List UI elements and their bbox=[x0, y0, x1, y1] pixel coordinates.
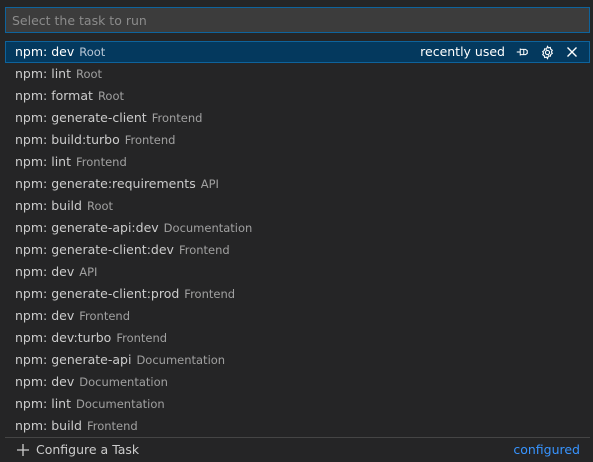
task-description: Documentation bbox=[136, 353, 226, 367]
task-row[interactable]: npm: generate-api:dev Documentation bbox=[5, 217, 590, 239]
task-row[interactable]: npm: build:turbo Frontend bbox=[5, 129, 590, 151]
recently-used-label: recently used bbox=[420, 44, 505, 59]
gear-icon[interactable] bbox=[539, 44, 555, 60]
task-label: npm: generate-api bbox=[15, 352, 132, 367]
task-description: Frontend bbox=[151, 111, 203, 125]
task-description: Frontend bbox=[116, 331, 168, 345]
selected-row-actions: recently used bbox=[420, 41, 580, 63]
task-row[interactable]: npm: dev API bbox=[5, 261, 590, 283]
task-label: npm: format bbox=[15, 88, 93, 103]
task-row[interactable]: npm: format Root bbox=[5, 85, 590, 107]
task-label: npm: dev bbox=[15, 264, 75, 279]
task-description: Documentation bbox=[76, 397, 165, 411]
task-label: npm: dev:turbo bbox=[15, 330, 112, 345]
task-description: Root bbox=[79, 45, 106, 59]
task-label: npm: dev bbox=[15, 44, 75, 59]
task-label: npm: generate-client:prod bbox=[15, 286, 180, 301]
task-row[interactable]: npm: dev Root recently used bbox=[5, 41, 590, 63]
task-row[interactable]: npm: generate-client Frontend bbox=[5, 107, 590, 129]
task-description: API bbox=[79, 265, 98, 279]
task-label: npm: lint bbox=[15, 154, 71, 169]
configured-group-label: configured bbox=[513, 442, 580, 457]
task-list: npm: dev Root recently used npm: lint Ro… bbox=[5, 41, 590, 437]
task-label: npm: lint bbox=[15, 396, 71, 411]
task-description: API bbox=[200, 177, 219, 191]
task-row[interactable]: npm: lint Documentation bbox=[5, 393, 590, 415]
task-search-box[interactable] bbox=[5, 7, 590, 33]
task-label: npm: build:turbo bbox=[15, 132, 120, 147]
task-description: Root bbox=[86, 199, 114, 213]
task-description: Frontend bbox=[76, 155, 127, 169]
task-row[interactable]: npm: generate-client:prod Frontend bbox=[5, 283, 590, 305]
task-description: Frontend bbox=[79, 309, 131, 323]
task-label: npm: build bbox=[15, 418, 82, 433]
configure-task-label: Configure a Task bbox=[36, 442, 140, 457]
task-quick-pick: npm: devRoot recently used bbox=[0, 0, 593, 462]
task-label: npm: dev bbox=[15, 308, 75, 323]
task-description: Documentation bbox=[163, 221, 253, 235]
task-row[interactable]: npm: lint Root bbox=[5, 63, 590, 85]
task-row[interactable]: npm: generate-client:dev Frontend bbox=[5, 239, 590, 261]
task-row[interactable]: npm: dev:turbo Frontend bbox=[5, 327, 590, 349]
task-row[interactable]: npm: dev Documentation bbox=[5, 371, 590, 393]
task-row[interactable]: npm: build Root bbox=[5, 195, 590, 217]
task-row[interactable]: npm: generate-api Documentation bbox=[5, 349, 590, 371]
task-description: Frontend bbox=[184, 287, 236, 301]
task-label: npm: generate:requirements bbox=[15, 176, 196, 191]
add-icon bbox=[15, 442, 31, 458]
task-row[interactable]: npm: build Frontend bbox=[5, 415, 590, 437]
task-row[interactable]: npm: dev Frontend bbox=[5, 305, 590, 327]
task-description: Frontend bbox=[178, 243, 230, 257]
task-description: Frontend bbox=[124, 133, 176, 147]
quick-pick-footer: Configure a Task configured bbox=[5, 437, 590, 461]
task-label: npm: generate-client bbox=[15, 110, 147, 125]
close-icon[interactable] bbox=[564, 44, 580, 60]
task-row[interactable]: npm: generate:requirements API bbox=[5, 173, 590, 195]
task-description: Documentation bbox=[79, 375, 168, 389]
task-label: npm: build bbox=[15, 198, 82, 213]
task-label: npm: lint bbox=[15, 66, 71, 81]
task-description: Frontend bbox=[86, 419, 138, 433]
task-description: Root bbox=[97, 89, 124, 103]
task-label: npm: generate-api:dev bbox=[15, 220, 159, 235]
task-description: Root bbox=[76, 67, 103, 81]
task-search-input[interactable] bbox=[6, 8, 589, 32]
task-row[interactable]: npm: lint Frontend bbox=[5, 151, 590, 173]
pin-icon[interactable] bbox=[514, 44, 530, 60]
task-label: npm: generate-client:dev bbox=[15, 242, 174, 257]
configure-task-item[interactable]: Configure a Task bbox=[15, 438, 139, 461]
task-label: npm: dev bbox=[15, 374, 75, 389]
